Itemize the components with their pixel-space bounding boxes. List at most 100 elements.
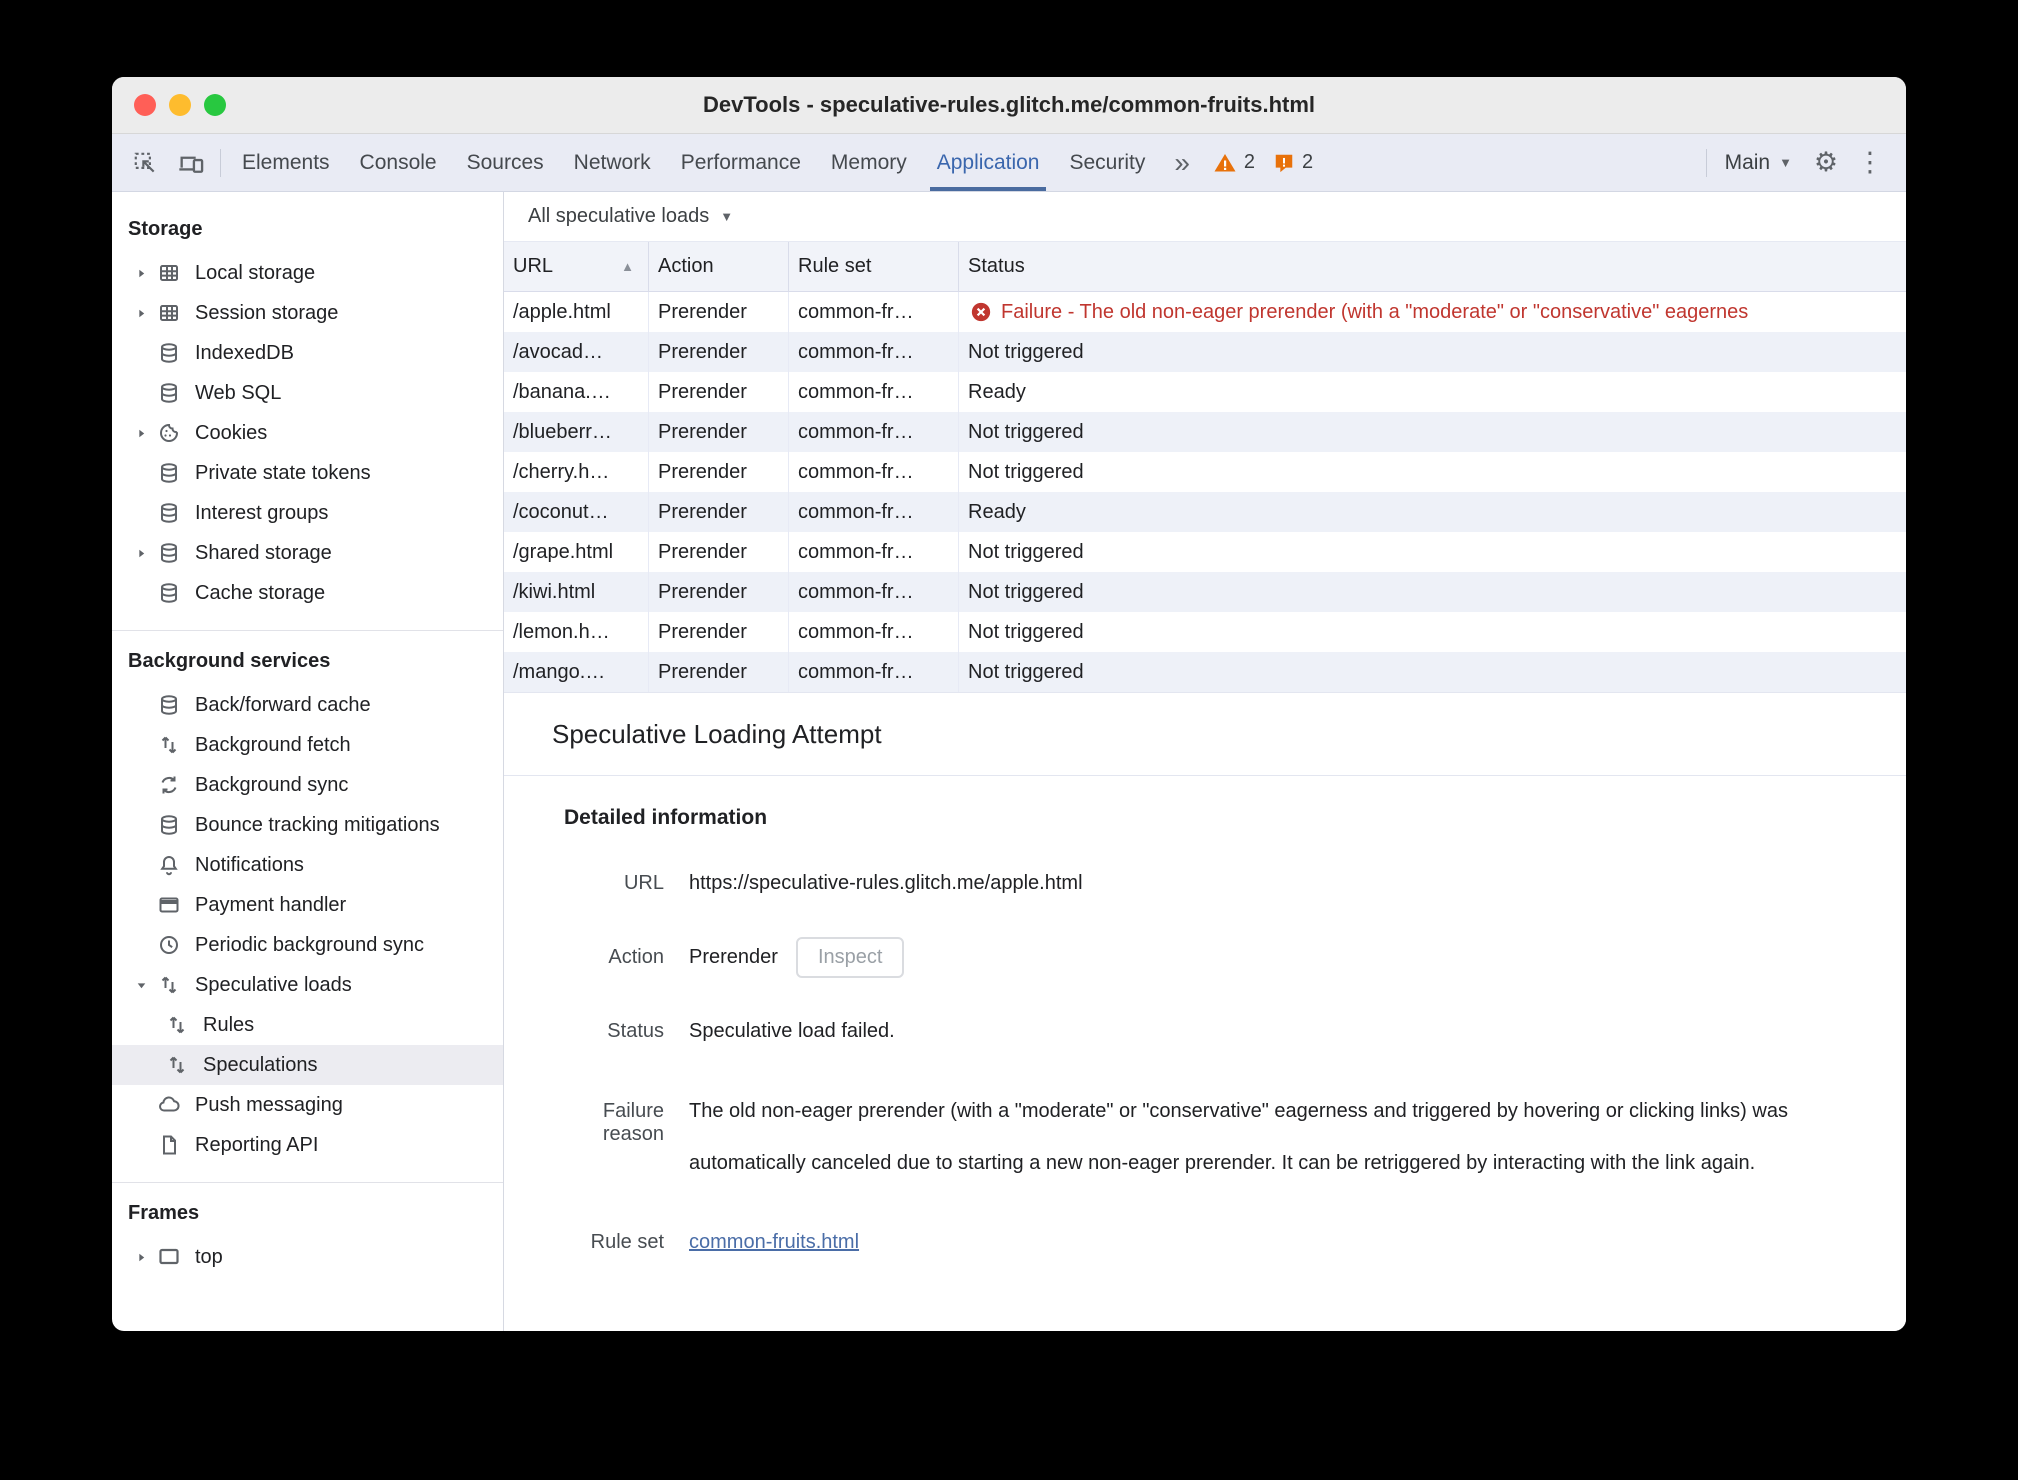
inspect-button[interactable]: Inspect bbox=[795, 937, 905, 978]
detail-row-failure-reason: Failure reason The old non-eager prerend… bbox=[544, 1085, 1862, 1189]
table-row[interactable]: /lemon.h… Prerender common-fr… Not trigg… bbox=[504, 612, 1906, 652]
column-header-rule-set[interactable]: Rule set bbox=[789, 242, 959, 291]
details-pane: Detailed information URL https://specula… bbox=[504, 776, 1906, 1254]
triangle-right-icon[interactable] bbox=[128, 267, 154, 280]
table-row[interactable]: /cherry.h… Prerender common-fr… Not trig… bbox=[504, 452, 1906, 492]
section-divider bbox=[112, 1182, 503, 1183]
table-row[interactable]: /blueberr… Prerender common-fr… Not trig… bbox=[504, 412, 1906, 452]
column-header-action[interactable]: Action bbox=[649, 242, 789, 291]
up-down-arrows-icon bbox=[164, 1012, 190, 1038]
traffic-lights bbox=[134, 77, 226, 133]
sidebar-item-rules[interactable]: Rules bbox=[112, 1005, 503, 1045]
triangle-right-icon[interactable] bbox=[128, 307, 154, 320]
warnings-badge[interactable]: 2 bbox=[1204, 134, 1264, 191]
error-icon bbox=[970, 301, 992, 323]
chevron-down-icon: ▼ bbox=[1779, 155, 1792, 170]
detail-row-rule-set: Rule set common-fruits.html bbox=[590, 1231, 860, 1254]
sidebar-item-session-storage[interactable]: Session storage bbox=[112, 293, 503, 333]
detail-url-value: https://speculative-rules.glitch.me/appl… bbox=[689, 872, 1083, 894]
triangle-right-icon[interactable] bbox=[128, 547, 154, 560]
issues-icon bbox=[1273, 152, 1295, 174]
triangle-down-icon[interactable] bbox=[128, 979, 154, 992]
tab-elements[interactable]: Elements bbox=[227, 134, 345, 191]
tab-memory[interactable]: Memory bbox=[816, 134, 922, 191]
sync-icon bbox=[156, 772, 182, 798]
execution-context-selector[interactable]: Main ▼ bbox=[1713, 134, 1804, 191]
sidebar-item-speculative-loads[interactable]: Speculative loads bbox=[112, 965, 503, 1005]
sidebar-item-web-sql[interactable]: Web SQL bbox=[112, 373, 503, 413]
database-icon bbox=[156, 540, 182, 566]
sidebar-item-top-frame[interactable]: top bbox=[112, 1237, 503, 1277]
tab-network[interactable]: Network bbox=[559, 134, 666, 191]
kebab-menu-icon[interactable]: ⋮ bbox=[1848, 134, 1892, 191]
database-icon bbox=[156, 460, 182, 486]
application-sidebar: Storage Local storage Session storage In… bbox=[112, 192, 504, 1331]
section-title-storage: Storage bbox=[128, 218, 203, 240]
rule-set-link[interactable]: common-fruits.html bbox=[689, 1231, 859, 1254]
issues-count: 2 bbox=[1302, 151, 1314, 173]
gear-icon[interactable]: ⚙ bbox=[1804, 134, 1848, 191]
sidebar-item-local-storage[interactable]: Local storage bbox=[112, 253, 503, 293]
sidebar-item-bounce-tracking-mitigations[interactable]: Bounce tracking mitigations bbox=[112, 805, 503, 845]
section-title-background-services: Background services bbox=[128, 650, 331, 672]
detail-action-value: Prerender bbox=[689, 946, 778, 968]
inspect-element-icon[interactable] bbox=[122, 134, 168, 191]
sidebar-item-indexeddb[interactable]: IndexedDB bbox=[112, 333, 503, 373]
detailed-information-heading: Detailed information bbox=[564, 806, 768, 829]
sidebar-item-reporting-api[interactable]: Reporting API bbox=[112, 1125, 503, 1165]
table-row[interactable]: /mango.… Prerender common-fr… Not trigge… bbox=[504, 652, 1906, 692]
close-window-button[interactable] bbox=[134, 94, 156, 116]
sidebar-item-payment-handler[interactable]: Payment handler bbox=[112, 885, 503, 925]
warnings-count: 2 bbox=[1243, 151, 1256, 173]
table-row[interactable]: /banana.… Prerender common-fr… Ready bbox=[504, 372, 1906, 412]
table-row[interactable]: /grape.html Prerender common-fr… Not tri… bbox=[504, 532, 1906, 572]
loads-filter-dropdown[interactable]: All speculative loads ▼ bbox=[528, 205, 733, 228]
desktop-background: DevTools - speculative-rules.glitch.me/c… bbox=[0, 0, 2018, 1480]
sidebar-item-private-state-tokens[interactable]: Private state tokens bbox=[112, 453, 503, 493]
sidebar-item-periodic-background-sync[interactable]: Periodic background sync bbox=[112, 925, 503, 965]
column-header-status[interactable]: Status bbox=[959, 242, 1906, 291]
detail-row-action: Action Prerender Inspect bbox=[544, 937, 1862, 978]
tab-security[interactable]: Security bbox=[1054, 134, 1160, 191]
speculations-panel: All speculative loads ▼ URL ▲ Action Rul… bbox=[504, 192, 1906, 1331]
tab-console[interactable]: Console bbox=[345, 134, 452, 191]
up-down-arrows-icon bbox=[164, 1052, 190, 1078]
sidebar-item-background-sync[interactable]: Background sync bbox=[112, 765, 503, 805]
up-down-arrows-icon bbox=[156, 972, 182, 998]
triangle-right-icon[interactable] bbox=[128, 427, 154, 440]
section-divider bbox=[112, 630, 503, 631]
tab-sources[interactable]: Sources bbox=[452, 134, 559, 191]
tab-performance[interactable]: Performance bbox=[666, 134, 816, 191]
table-row[interactable]: /kiwi.html Prerender common-fr… Not trig… bbox=[504, 572, 1906, 612]
table-row[interactable]: /apple.html Prerender common-fr… Failure… bbox=[504, 292, 1906, 332]
window-title: DevTools - speculative-rules.glitch.me/c… bbox=[702, 92, 1316, 117]
tab-application[interactable]: Application bbox=[922, 134, 1055, 191]
detail-row-url: URL https://speculative-rules.glitch.me/… bbox=[623, 872, 1083, 894]
minimize-window-button[interactable] bbox=[169, 94, 191, 116]
sidebar-item-push-messaging[interactable]: Push messaging bbox=[112, 1085, 503, 1125]
clock-icon bbox=[156, 932, 182, 958]
zoom-window-button[interactable] bbox=[204, 94, 226, 116]
sidebar-item-notifications[interactable]: Notifications bbox=[112, 845, 503, 885]
title-bar: DevTools - speculative-rules.glitch.me/c… bbox=[112, 77, 1906, 134]
column-header-url[interactable]: URL ▲ bbox=[504, 242, 649, 291]
table-row[interactable]: /avocad… Prerender common-fr… Not trigge… bbox=[504, 332, 1906, 372]
sort-ascending-icon: ▲ bbox=[621, 259, 634, 274]
database-icon bbox=[156, 340, 182, 366]
table-row[interactable]: /coconut… Prerender common-fr… Ready bbox=[504, 492, 1906, 532]
sidebar-item-back-forward-cache[interactable]: Back/forward cache bbox=[112, 685, 503, 725]
issues-badge[interactable]: 2 bbox=[1264, 134, 1322, 191]
more-tabs-icon[interactable]: » bbox=[1160, 134, 1204, 191]
sidebar-item-shared-storage[interactable]: Shared storage bbox=[112, 533, 503, 573]
chevron-down-icon: ▼ bbox=[720, 209, 734, 224]
sidebar-item-interest-groups[interactable]: Interest groups bbox=[112, 493, 503, 533]
sidebar-item-speculations[interactable]: Speculations bbox=[112, 1045, 503, 1085]
sidebar-item-cookies[interactable]: Cookies bbox=[112, 413, 503, 453]
failure-reason-text: The old non-eager prerender (with a "mod… bbox=[689, 1100, 1788, 1174]
toolbar-divider bbox=[220, 148, 221, 177]
sidebar-item-cache-storage[interactable]: Cache storage bbox=[112, 573, 503, 613]
sidebar-item-background-fetch[interactable]: Background fetch bbox=[112, 725, 503, 765]
triangle-right-icon[interactable] bbox=[128, 1251, 154, 1264]
document-icon bbox=[156, 1132, 182, 1158]
device-toolbar-icon[interactable] bbox=[168, 134, 214, 191]
